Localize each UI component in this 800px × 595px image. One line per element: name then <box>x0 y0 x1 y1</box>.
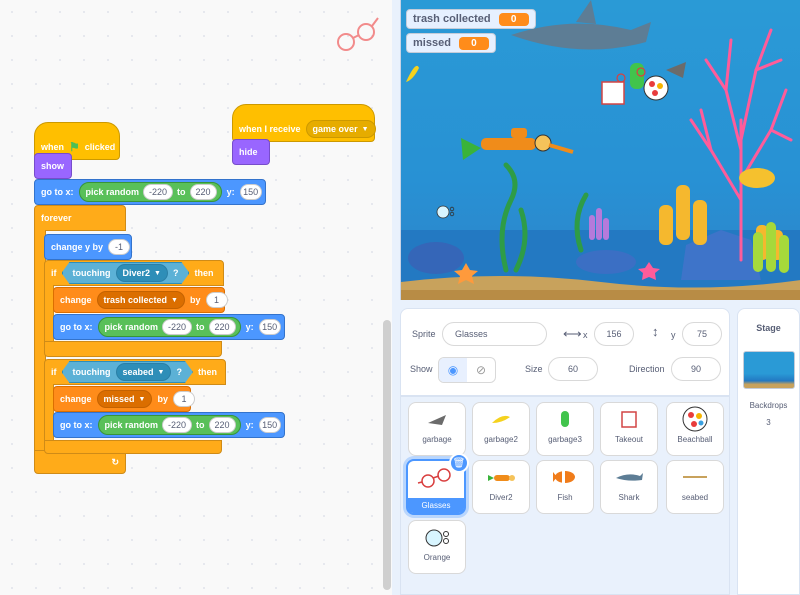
chevron-down-icon: ▼ <box>138 395 146 403</box>
touching-reporter-2[interactable]: touching seabed ▼ ? <box>62 361 193 383</box>
code-area[interactable]: when ⚑ clicked show go to x: pick random… <box>0 0 392 595</box>
backdrops-count: 3 <box>766 418 771 427</box>
change-by-input-2[interactable]: 1 <box>173 391 195 407</box>
vertical-arrows-icon: ↕ <box>652 324 659 339</box>
from-input[interactable]: -220 <box>162 319 193 335</box>
change-missed-block[interactable]: change missed ▼ by 1 <box>53 386 195 412</box>
pick-random-reporter[interactable]: pick random -220 to 220 <box>78 182 222 202</box>
green-flag-icon: ⚑ <box>69 140 80 154</box>
if-block-2[interactable]: if touching seabed ▼ ? then <box>44 359 226 385</box>
trash-icon[interactable]: 🗑 <box>449 453 469 473</box>
pick-random-reporter[interactable]: pick random -220 to 220 <box>97 415 241 435</box>
fish-icon <box>553 471 575 483</box>
y-input[interactable]: 150 <box>258 319 281 335</box>
sprite-tile-garbage3[interactable]: garbage3 <box>536 402 594 456</box>
to-input[interactable]: 220 <box>208 319 236 335</box>
chevron-down-icon: ▼ <box>171 296 178 304</box>
direction-input[interactable]: 90 <box>671 357 721 381</box>
stage-panel[interactable]: Stage Backdrops 3 <box>737 308 800 595</box>
stage-panel-title: Stage <box>756 323 781 333</box>
sprite-info-panel: Sprite Glasses ⟷ x 156 ↕ y 75 Show ◉ ⊘ S… <box>400 308 730 396</box>
chevron-down-icon: ▼ <box>154 269 161 277</box>
seabed-icon <box>683 476 707 478</box>
sprite-tile-seabed[interactable]: seabed <box>666 460 724 514</box>
trash-collected-monitor[interactable]: trash collected 0 <box>406 9 536 29</box>
garbage-icon <box>428 415 446 425</box>
sprite-tile-garbage2[interactable]: garbage2 <box>472 402 530 456</box>
message-dropdown[interactable]: game over ▼ <box>305 120 376 138</box>
forever-block[interactable]: forever <box>34 205 126 231</box>
change-y-block[interactable]: change y by -1 <box>44 234 132 260</box>
visibility-toggle[interactable]: ◉ ⊘ <box>438 357 496 383</box>
show-block[interactable]: show <box>34 153 72 179</box>
change-by-input-1[interactable]: 1 <box>205 292 228 308</box>
touching-reporter-1[interactable]: touching Diver2 ▼ ? <box>62 262 190 284</box>
missed-value: 0 <box>458 36 489 50</box>
eye-hidden-icon[interactable]: ⊘ <box>467 358 495 382</box>
to-input[interactable]: 220 <box>208 417 236 433</box>
bottle-icon <box>561 411 569 427</box>
touching-target-dropdown-1[interactable]: Diver2 ▼ <box>116 264 168 282</box>
sprite-tile-garbage[interactable]: garbage <box>408 402 466 456</box>
missed-monitor[interactable]: missed 0 <box>406 33 496 53</box>
change-y-input[interactable]: -1 <box>108 239 131 255</box>
y-input[interactable]: 150 <box>239 184 262 200</box>
takeout-icon <box>621 411 637 428</box>
loop-arrow-icon: ↻ <box>111 456 119 467</box>
goto-block-1[interactable]: go to x: pick random -220 to 220 y: 150 <box>34 179 266 205</box>
diver-icon <box>488 475 515 481</box>
glasses-icon <box>337 17 379 51</box>
vertical-scrollbar[interactable] <box>383 320 391 590</box>
sprite-tile-diver2[interactable]: Diver2 <box>472 460 530 514</box>
goto-block-3[interactable]: go to x: pick random -220 to 220 y: 150 <box>53 412 285 438</box>
if-footer-1 <box>44 341 222 357</box>
backdrops-label: Backdrops <box>749 401 788 410</box>
orange-icon <box>425 529 449 547</box>
sprite-tile-fish[interactable]: Fish <box>536 460 594 514</box>
backdrop-thumbnail[interactable] <box>742 351 795 389</box>
from-input[interactable]: -220 <box>162 417 193 433</box>
sprite-tile-takeout[interactable]: Takeout <box>600 402 658 456</box>
variable-dropdown-2[interactable]: missed ▼ <box>96 390 153 408</box>
stage[interactable]: trash collected 0 missed 0 <box>400 0 800 300</box>
if-footer-2 <box>44 440 222 454</box>
chevron-down-icon: ▼ <box>361 125 369 133</box>
to-input[interactable]: 220 <box>189 184 217 200</box>
sprite-label: Sprite <box>412 329 436 339</box>
if-block-1[interactable]: if touching Diver2 ▼ ? then <box>44 260 224 286</box>
pick-random-reporter[interactable]: pick random -220 to 220 <box>97 317 241 337</box>
change-trash-block[interactable]: change trash collected ▼ by 1 <box>53 287 228 313</box>
goto-block-2[interactable]: go to x: pick random -220 to 220 y: 150 <box>53 314 285 340</box>
from-input[interactable]: -220 <box>143 184 174 200</box>
sprite-tile-shark[interactable]: Shark <box>600 460 658 514</box>
horizontal-arrows-icon: ⟷ <box>563 326 582 341</box>
hide-block[interactable]: hide <box>232 139 270 165</box>
chevron-down-icon: ▼ <box>157 368 165 376</box>
shark-icon <box>616 473 643 481</box>
banana-icon <box>492 415 510 423</box>
y-input[interactable]: 75 <box>682 322 722 346</box>
eye-visible-icon[interactable]: ◉ <box>439 358 467 382</box>
y-input[interactable]: 150 <box>258 417 281 433</box>
touching-target-dropdown-2[interactable]: seabed ▼ <box>116 363 172 381</box>
size-input[interactable]: 60 <box>548 357 598 381</box>
x-input[interactable]: 156 <box>594 322 634 346</box>
trash-collected-value: 0 <box>498 12 529 26</box>
variable-dropdown-1[interactable]: trash collected ▼ <box>96 291 185 309</box>
when-i-receive-block[interactable]: when I receive game over ▼ <box>232 104 376 142</box>
beachball-icon <box>682 406 708 432</box>
sprite-tile-orange[interactable]: Orange <box>408 520 466 574</box>
sprite-name-input[interactable]: Glasses <box>442 322 547 346</box>
sprite-tile-beachball[interactable]: Beachball <box>666 402 724 456</box>
